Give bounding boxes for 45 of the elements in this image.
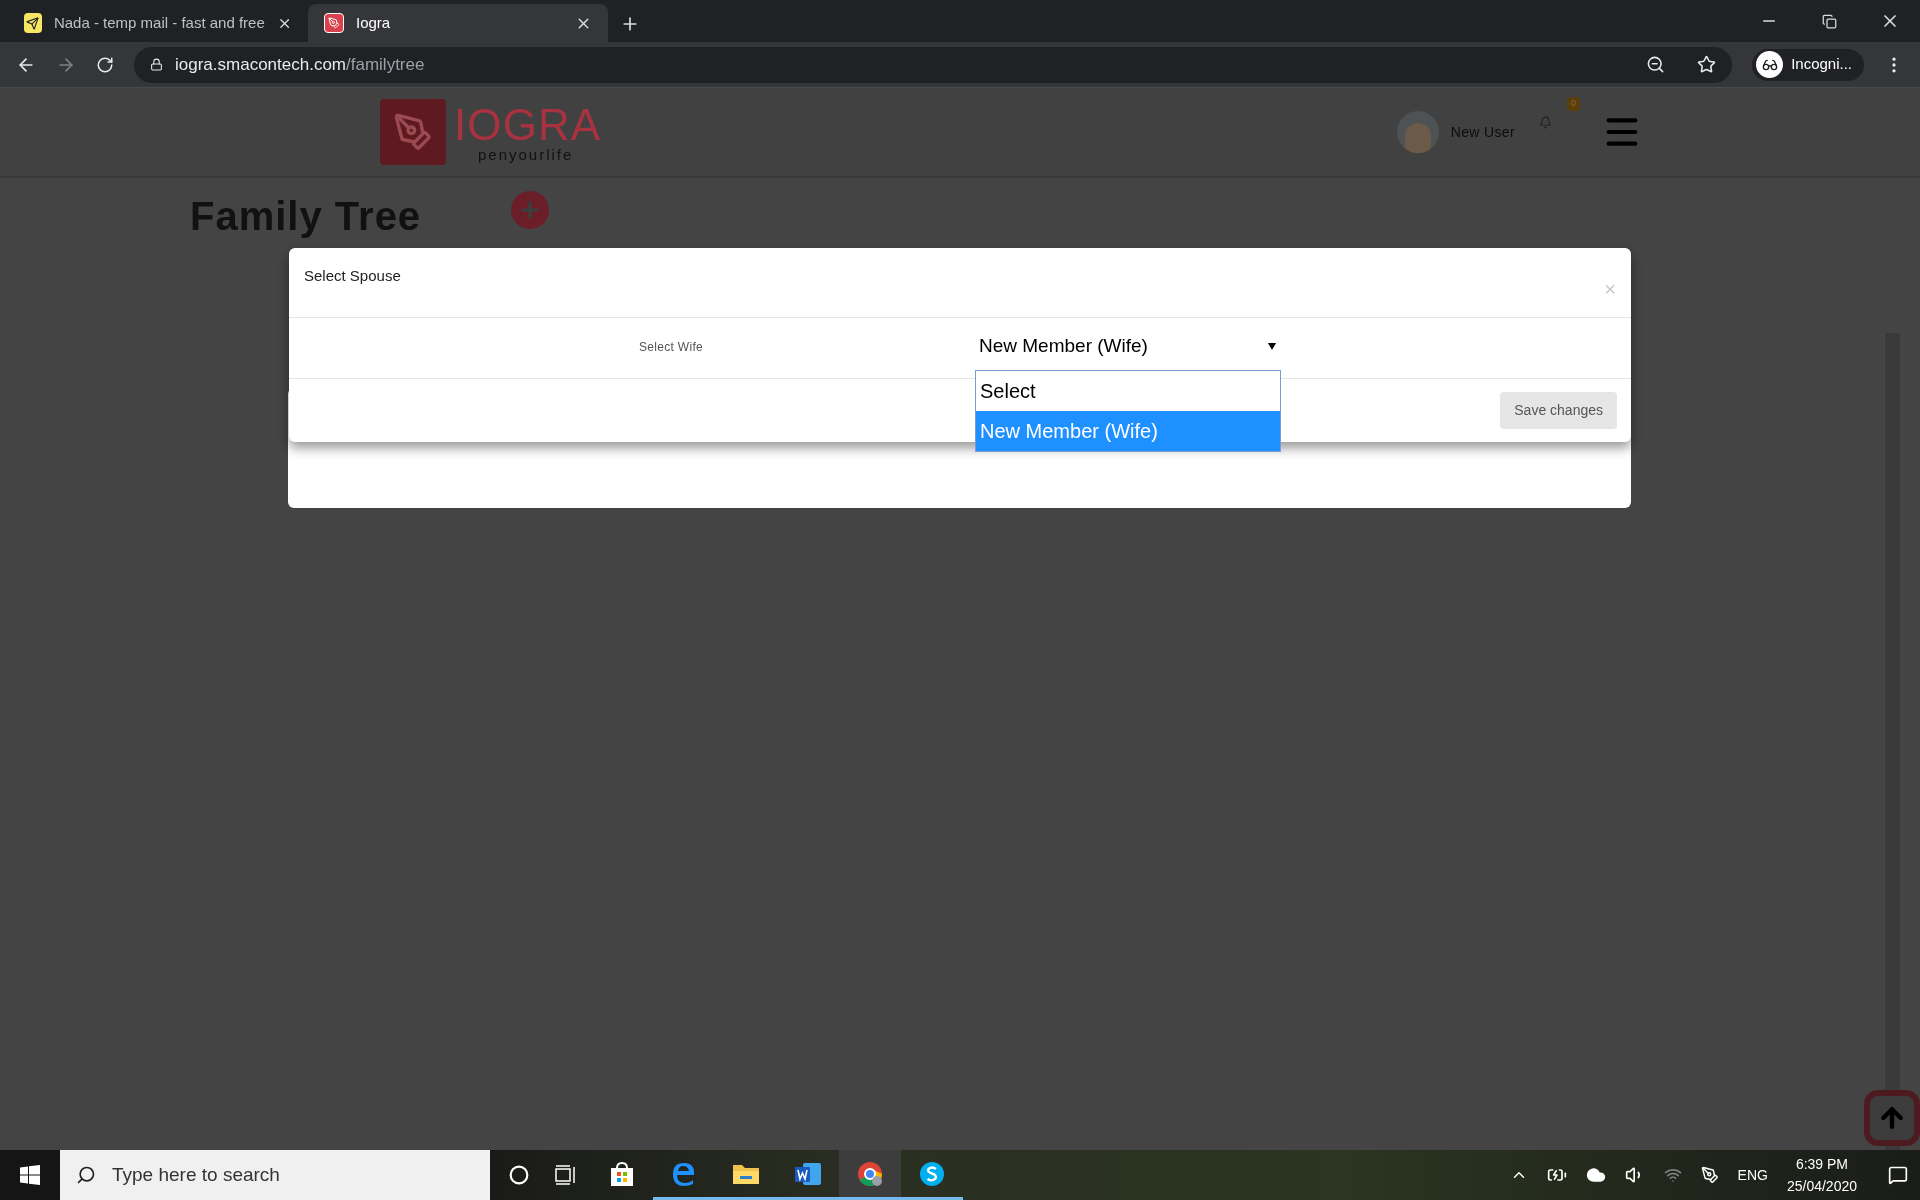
wife-select[interactable]: New Member (Wife) (975, 334, 1280, 358)
field-label: Select Wife (639, 339, 703, 356)
document-icon (794, 1160, 822, 1187)
taskbar-search-field[interactable]: Type here to search (60, 1150, 490, 1200)
url-text: iogra.smacontech.com/familytree (175, 53, 425, 76)
browser-tab[interactable]: Iogra (308, 4, 608, 42)
shopping-bag-icon (608, 1159, 636, 1188)
profile-chip[interactable]: Incogni... (1752, 48, 1864, 81)
browser-tab[interactable]: Nada - temp mail - fast and free (8, 4, 308, 42)
cloud-icon[interactable] (1585, 1165, 1606, 1185)
incognito-icon (1756, 51, 1784, 78)
paper-plane-icon (24, 13, 42, 33)
search-icon (76, 1165, 96, 1185)
logo-name: IOGRA (454, 102, 602, 147)
address-bar[interactable]: iogra.smacontech.com/familytree (134, 46, 1733, 83)
clock-time: 6:39 PM (1795, 1155, 1849, 1174)
browser-logo-icon (856, 1159, 884, 1188)
e-letter-icon (671, 1160, 697, 1187)
notifications-icon[interactable] (1888, 1165, 1908, 1185)
modal-title: Select Spouse (304, 266, 401, 286)
windows-logo-icon (20, 1165, 40, 1185)
search-placeholder: Type here to search (112, 1162, 280, 1187)
pen-icon[interactable] (1700, 1166, 1719, 1184)
zoom-out-icon[interactable] (1646, 55, 1666, 74)
cortana-icon[interactable] (509, 1165, 529, 1185)
dropdown-option[interactable]: Select (976, 371, 1280, 411)
lock-icon (150, 58, 163, 71)
language-indicator[interactable]: ENG (1737, 1164, 1768, 1186)
star-icon[interactable] (1697, 55, 1717, 74)
logo-icon (380, 99, 446, 165)
reload-icon[interactable] (96, 55, 114, 74)
tab-title: Iogra (356, 12, 392, 33)
restore-icon[interactable] (1822, 13, 1837, 29)
taskbar-app-button[interactable] (839, 1150, 901, 1200)
caret-icon (1268, 342, 1276, 350)
tab-title: Nada - temp mail - fast and free (53, 12, 265, 33)
s-letter-icon (919, 1160, 945, 1187)
task-view-icon[interactable] (553, 1164, 577, 1186)
logo-icon (324, 13, 344, 33)
clock-date: 25/04/2020 (1786, 1177, 1857, 1196)
save-changes-button[interactable]: Save changes (1500, 392, 1617, 429)
wifi-icon[interactable] (1663, 1166, 1682, 1184)
scrollbar[interactable] (1885, 333, 1900, 1150)
profile-label: Incogni... (1791, 54, 1852, 75)
clock[interactable]: 6:39 PM 25/04/2020 (1786, 1153, 1857, 1197)
